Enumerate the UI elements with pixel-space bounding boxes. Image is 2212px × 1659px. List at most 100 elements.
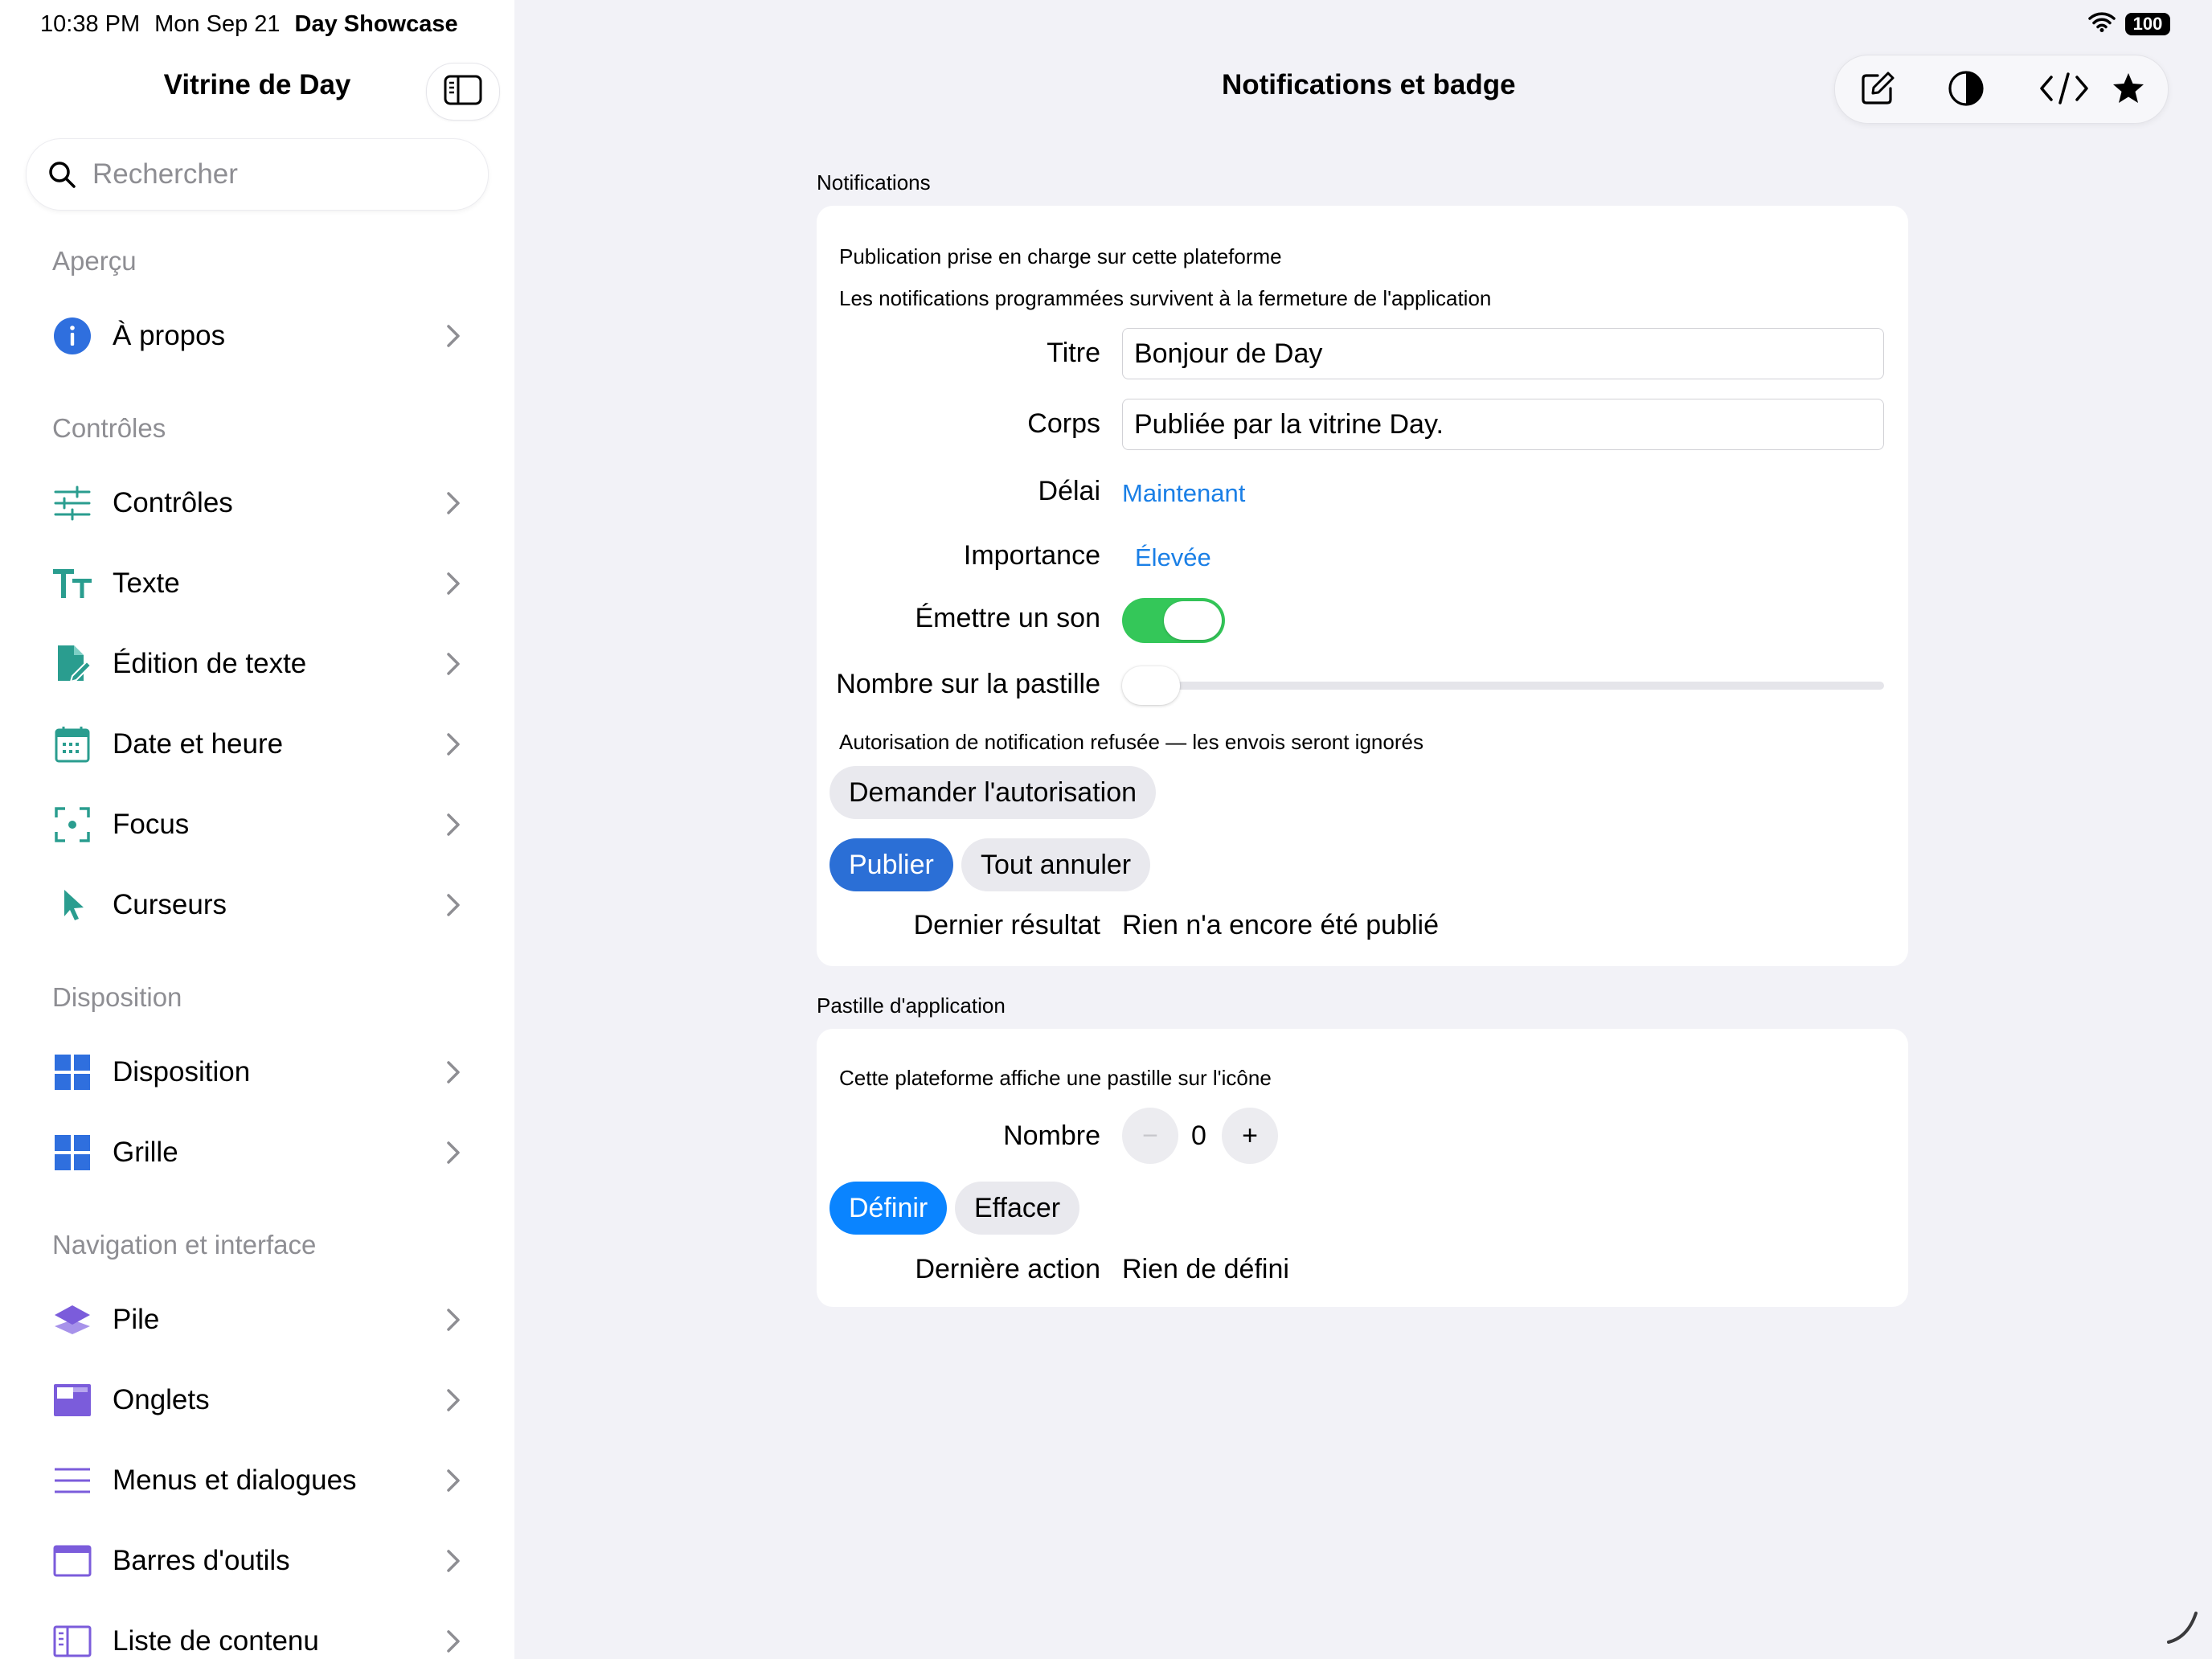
- sound-toggle[interactable]: [1122, 598, 1225, 643]
- sidebar-item-focus[interactable]: Focus: [0, 791, 514, 858]
- set-badge-button[interactable]: Définir: [830, 1182, 948, 1235]
- sidebar-item-pile[interactable]: Pile: [0, 1286, 514, 1354]
- sound-label: Émettre un son: [915, 603, 1100, 633]
- page-title: Notifications et badge: [1222, 69, 1516, 100]
- sidebar-item-onglets[interactable]: Onglets: [0, 1366, 514, 1434]
- clear-badge-button[interactable]: Effacer: [955, 1182, 1080, 1235]
- text-size-icon: [51, 563, 93, 604]
- sidebar-item-label: Date et heure: [113, 728, 284, 760]
- sidebar-item-label: Contrôles: [113, 487, 233, 518]
- sidebar-item-date-heure[interactable]: Date et heure: [0, 711, 514, 778]
- chevron-right-icon: [447, 492, 460, 514]
- battery-indicator: 100: [2125, 12, 2170, 35]
- stack-icon: [51, 1299, 93, 1341]
- chevron-right-icon: [447, 1061, 460, 1083]
- contrast-icon: [1948, 70, 1985, 111]
- publication-support-info: Publication prise en charge sur cette pl…: [839, 244, 1282, 268]
- badge-number-label: Nombre sur la pastille: [836, 669, 1100, 699]
- sidebar-item-label: Onglets: [113, 1384, 210, 1415]
- last-result-label: Dernier résultat: [913, 910, 1100, 940]
- sidebar-toggle-button[interactable]: [426, 63, 500, 121]
- last-action-value: Rien de défini: [1122, 1254, 1289, 1284]
- chevron-right-icon: [447, 1469, 460, 1492]
- request-permission-button[interactable]: Demander l'autorisation: [830, 766, 1157, 819]
- last-action-label: Dernière action: [915, 1254, 1100, 1284]
- info-icon: [51, 315, 93, 357]
- sidebar-list-icon: [51, 1620, 93, 1659]
- importance-label: Importance: [963, 540, 1100, 571]
- chevron-right-icon: [447, 1309, 460, 1331]
- sidebar-item-label: Barres d'outils: [113, 1545, 290, 1576]
- sidebar-item-label: Édition de texte: [113, 648, 307, 679]
- compose-button[interactable]: [1859, 72, 1896, 109]
- sidebar-item-disposition[interactable]: Disposition: [0, 1038, 514, 1106]
- chevron-right-icon: [447, 1141, 460, 1164]
- layout-icon: [51, 1051, 93, 1093]
- chevron-right-icon: [447, 572, 460, 595]
- sidebar: 10:38 PM Mon Sep 21 Day Showcase Vitrine d…: [0, 0, 514, 1659]
- sidebar-item-curseurs[interactable]: Curseurs: [0, 871, 514, 939]
- sidebar-toggle-icon: [444, 75, 482, 109]
- publish-button[interactable]: Publier: [830, 838, 953, 891]
- title-label: Titre: [1047, 338, 1100, 368]
- badge-number-slider[interactable]: [1122, 682, 1884, 690]
- sidebar-item-barres-outils[interactable]: Barres d'outils: [0, 1527, 514, 1595]
- section-header-navigation: Navigation et interface: [52, 1230, 317, 1260]
- section-header-badge: Pastille d'application: [817, 993, 1006, 1018]
- favorite-button[interactable]: [2110, 72, 2147, 109]
- menu-lines-icon: [51, 1460, 93, 1501]
- sidebar-item-texte[interactable]: Texte: [0, 550, 514, 617]
- resize-handle-icon[interactable]: [2164, 1608, 2201, 1649]
- document-edit-icon: [51, 643, 93, 685]
- search-field[interactable]: Rechercher: [26, 138, 489, 211]
- sidebar-item-label: Texte: [113, 567, 180, 599]
- badge-support-info: Cette plateforme affiche une pastille su…: [839, 1066, 1272, 1090]
- chevron-right-icon: [447, 1550, 460, 1572]
- chevron-right-icon: [447, 813, 460, 836]
- sidebar-item-edition-texte[interactable]: Édition de texte: [0, 630, 514, 698]
- count-value: 0: [1191, 1120, 1206, 1151]
- appearance-toggle-button[interactable]: [1948, 70, 1985, 111]
- star-icon: [2112, 72, 2145, 109]
- sidebar-item-label: Grille: [113, 1137, 178, 1168]
- compose-icon: [1860, 71, 1895, 110]
- chevron-right-icon: [447, 1630, 460, 1653]
- cancel-all-button[interactable]: Tout annuler: [961, 838, 1151, 891]
- last-result-value: Rien n'a encore été publié: [1122, 910, 1439, 940]
- focus-icon: [51, 804, 93, 846]
- wifi-icon: [2088, 11, 2116, 36]
- section-header-disposition: Disposition: [52, 982, 182, 1012]
- title-field[interactable]: [1122, 328, 1884, 379]
- permission-denied-info: Autorisation de notification refusée — l…: [839, 730, 1423, 754]
- section-header-notifications: Notifications: [817, 170, 931, 195]
- sidebar-item-label: Menus et dialogues: [113, 1464, 357, 1496]
- chevron-right-icon: [447, 733, 460, 756]
- toolbar-window-icon: [51, 1540, 93, 1582]
- slider-thumb[interactable]: [1122, 666, 1180, 705]
- sidebar-item-menus[interactable]: Menus et dialogues: [0, 1447, 514, 1514]
- code-icon: [2038, 72, 2090, 109]
- delay-picker[interactable]: Maintenant: [1122, 479, 1245, 508]
- status-date: Mon Sep 21: [154, 11, 281, 37]
- importance-picker[interactable]: Élevée: [1135, 543, 1211, 572]
- status-bar-right: 100: [2088, 11, 2170, 36]
- decrement-button[interactable]: −: [1122, 1108, 1178, 1164]
- sidebar-item-label: Liste de contenu: [113, 1625, 319, 1657]
- sidebar-item-a-propos[interactable]: À propos: [0, 302, 514, 370]
- tabs-icon: [51, 1379, 93, 1421]
- toolbar: [1834, 55, 2169, 124]
- increment-button[interactable]: +: [1222, 1108, 1278, 1164]
- sidebar-item-controles[interactable]: Contrôles: [0, 469, 514, 537]
- sliders-icon: [51, 482, 93, 524]
- sidebar-item-label: Pile: [113, 1304, 160, 1335]
- search-placeholder: Rechercher: [92, 158, 238, 190]
- body-field[interactable]: [1122, 399, 1884, 450]
- grid-icon: [51, 1132, 93, 1174]
- chevron-right-icon: [447, 653, 460, 675]
- section-header-controles: Contrôles: [52, 413, 166, 443]
- search-icon: [47, 158, 80, 190]
- sidebar-item-liste-contenu[interactable]: Liste de contenu: [0, 1608, 514, 1659]
- code-button[interactable]: [2038, 72, 2091, 109]
- sidebar-item-grille[interactable]: Grille: [0, 1119, 514, 1186]
- sidebar-item-label: Curseurs: [113, 889, 227, 920]
